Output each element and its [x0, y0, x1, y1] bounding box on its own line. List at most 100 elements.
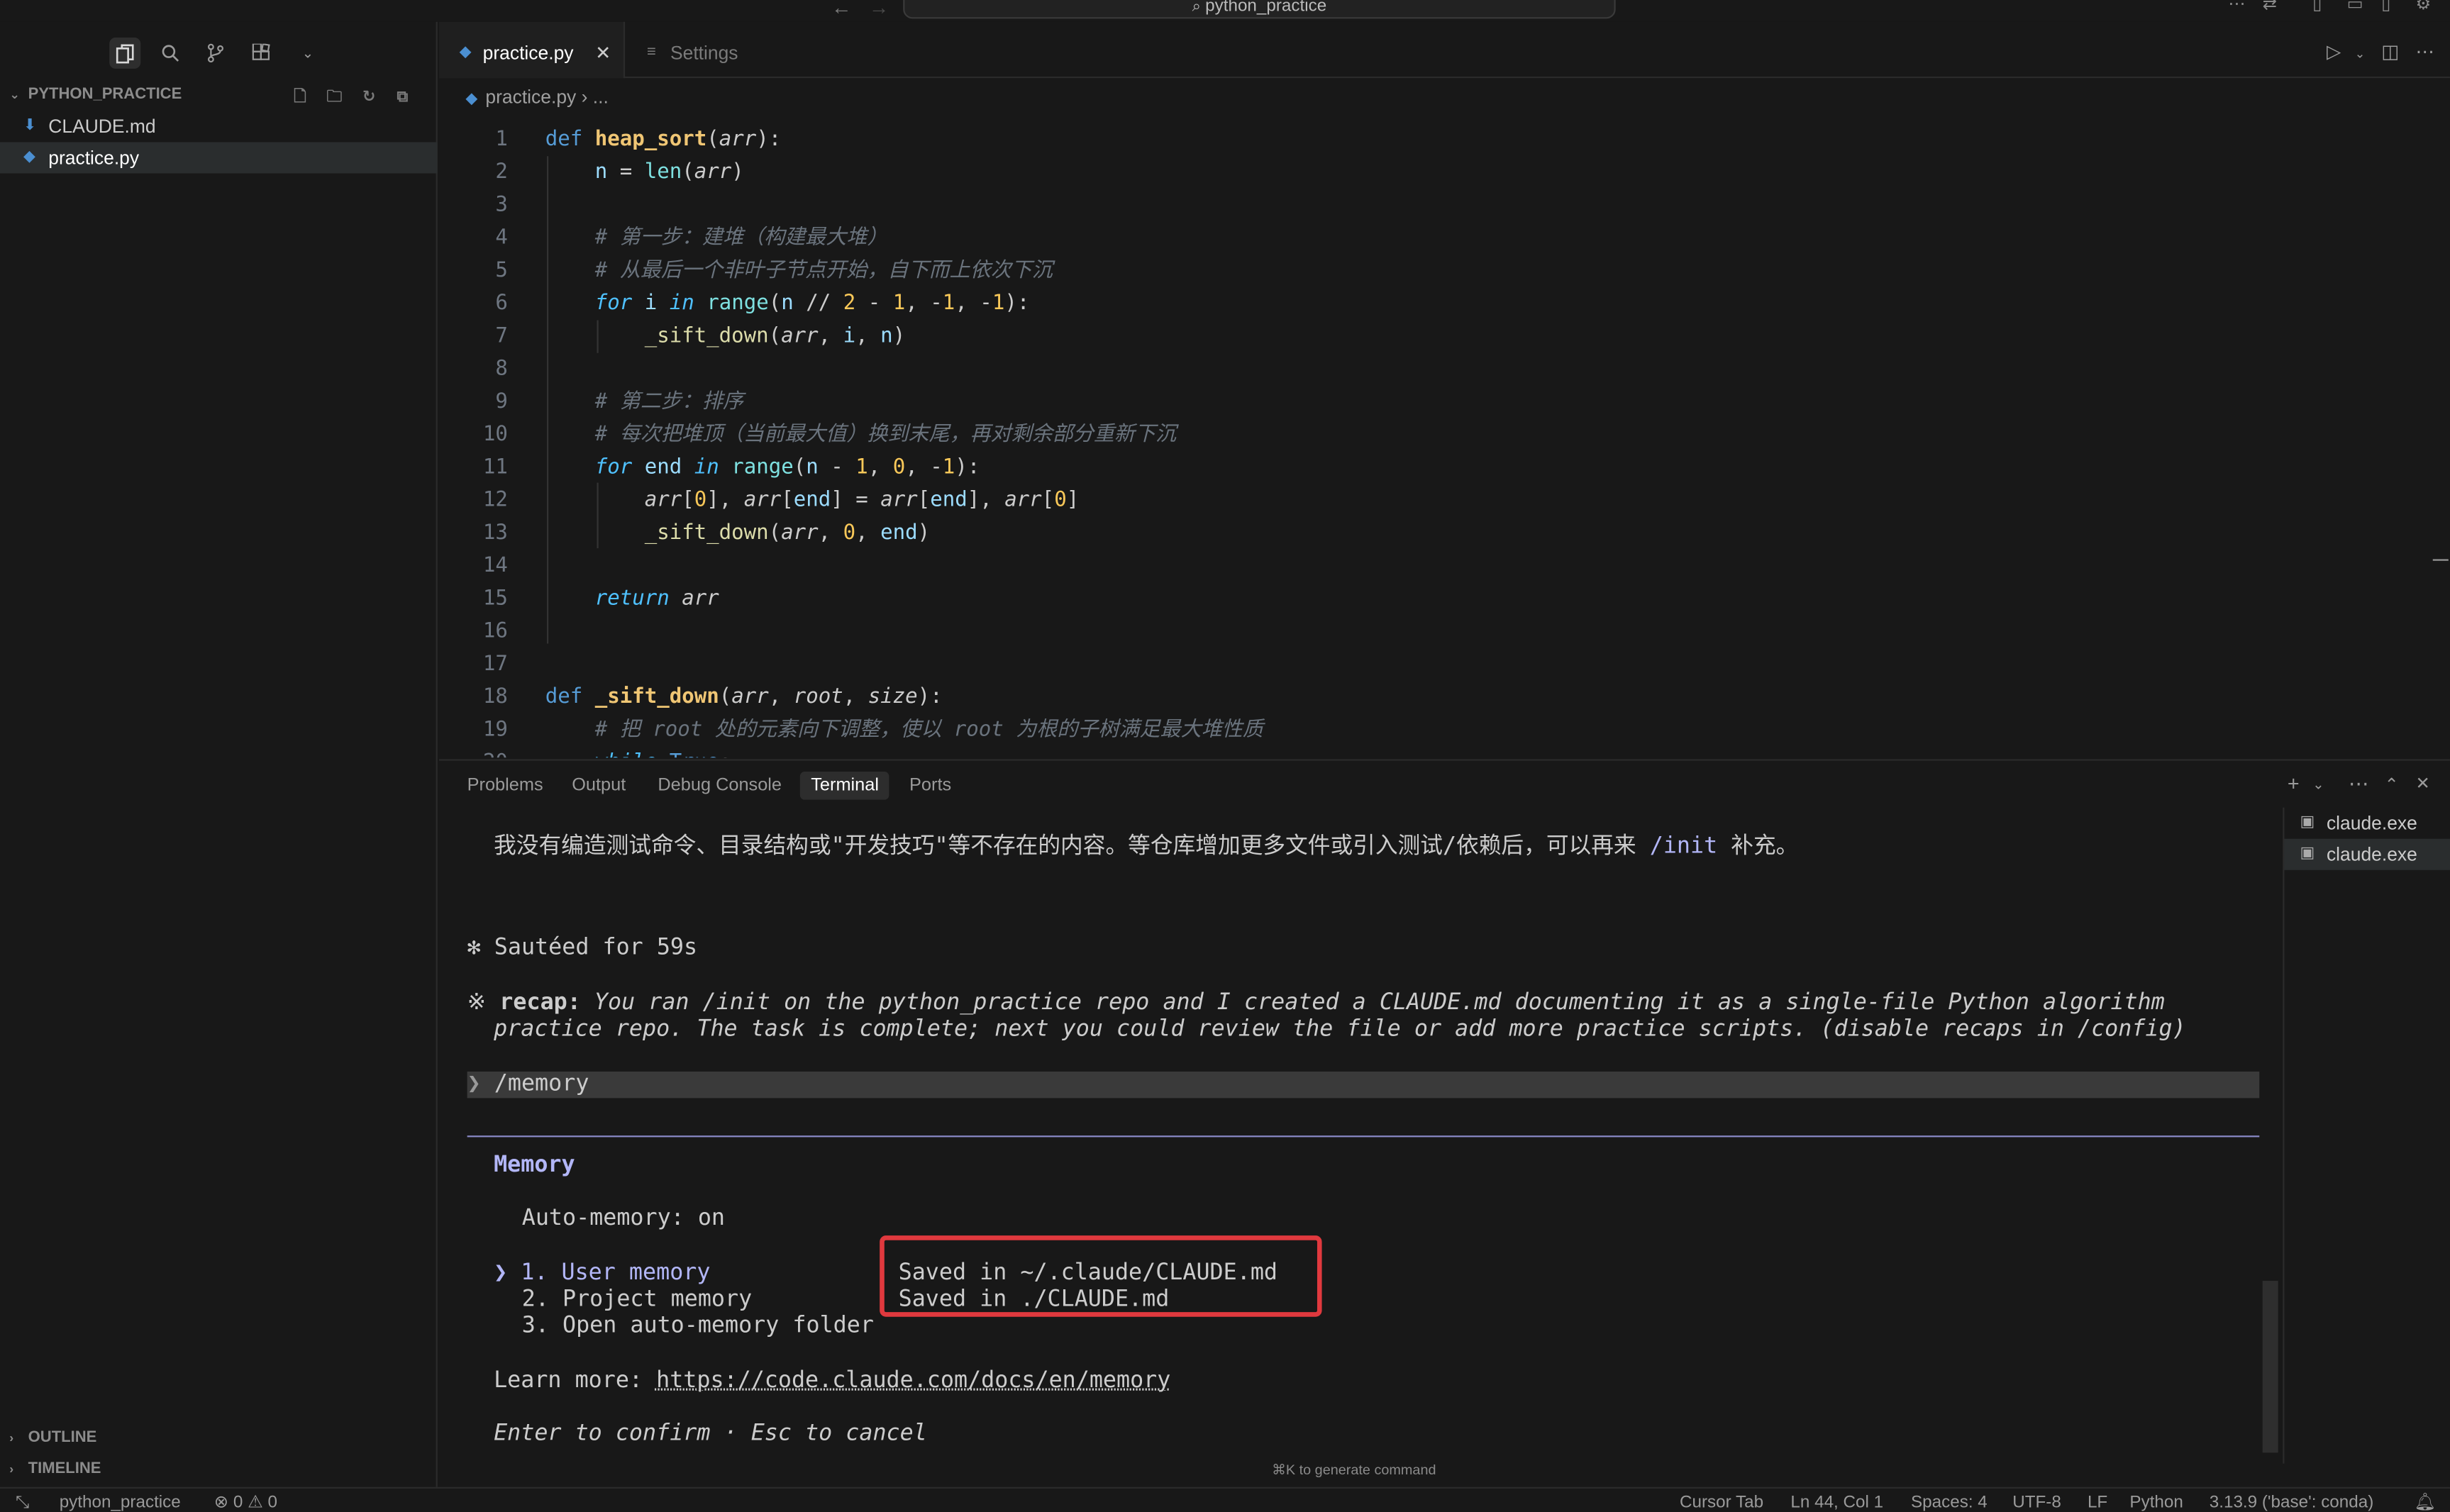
line-number: 20: [439, 747, 508, 757]
more-icon[interactable]: ⋯: [2228, 0, 2246, 14]
prompt-input[interactable]: [467, 1071, 2260, 1099]
memory-option-user[interactable]: ❯ 1. User memory: [494, 1260, 710, 1286]
terminal[interactable]: 我没有编造测试命令、目录结构或"开发技巧"等不存在的内容。等仓库增加更多文件或引…: [467, 808, 2264, 1464]
line-number: 18: [482, 685, 508, 709]
recap-text: You ran /init on the python_practice rep…: [580, 990, 2165, 1016]
error-count: 0: [233, 1493, 243, 1512]
line-number: 1: [495, 128, 508, 152]
terminal-instance[interactable]: ▣ claude.exe: [2284, 838, 2450, 870]
source-control-icon[interactable]: [200, 38, 231, 69]
code-line: 18 def _sift_down(arr, root, size):: [439, 681, 2450, 713]
code-line: 5 # 从最后一个非叶子节点开始，自下而上依次下沉: [439, 255, 2450, 287]
more-actions-icon[interactable]: ⋯: [2349, 772, 2369, 796]
maximize-panel-icon[interactable]: ⌃: [2384, 774, 2398, 795]
explorer-project-header[interactable]: ⌄ PYTHON_PRACTICE 🗋 🗀 ↻ ⧉: [0, 82, 438, 110]
cursor-tab-status[interactable]: Cursor Tab: [1680, 1490, 1763, 1512]
python-icon: ◆: [465, 90, 478, 108]
chevron-down-icon[interactable]: ⌄: [292, 38, 323, 69]
indentation[interactable]: Spaces: 4: [1911, 1490, 1988, 1512]
problems-indicator[interactable]: ⊗ 0 ⚠ 0: [214, 1490, 277, 1512]
back-arrow-icon[interactable]: ←: [831, 0, 852, 18]
python-icon: ◆: [23, 148, 36, 166]
confirm-hint: Enter to confirm · Esc to cancel: [494, 1421, 927, 1447]
chevron-down-icon[interactable]: ⌄: [2312, 777, 2324, 794]
notifications-bell-icon[interactable]: 🔔︎: [2414, 1490, 2436, 1512]
code-editor[interactable]: 1 def heap_sort(arr): 2 n = len(arr) 3 4 …: [438, 123, 2450, 758]
refresh-icon[interactable]: ↻: [362, 84, 384, 106]
project-name: PYTHON_PRACTICE: [28, 86, 182, 104]
workspace-name[interactable]: python_practice: [60, 1490, 181, 1512]
editor-tabs: ◆ practice.py ✕ ≡ Settings ▷ ⌄ ◫ ⋯: [438, 21, 2450, 79]
sync-icon[interactable]: ⇄: [2263, 0, 2281, 14]
timeline-section[interactable]: › TIMELINE: [0, 1455, 438, 1486]
forward-arrow-icon[interactable]: →: [869, 0, 889, 18]
line-endings[interactable]: LF: [2088, 1490, 2107, 1512]
recap-bullet-icon: ※: [467, 990, 500, 1016]
tab-problems[interactable]: Problems: [456, 772, 554, 800]
line-number: 2: [495, 160, 508, 184]
more-actions-icon[interactable]: ⋯: [2416, 40, 2434, 62]
toggle-secondary-sidebar-icon[interactable]: ▯: [2381, 0, 2400, 14]
prompt-command: /memory: [494, 1071, 589, 1097]
remote-icon[interactable]: ⤡: [16, 1490, 29, 1512]
tab-output[interactable]: Output: [561, 772, 637, 800]
activity-bar: ⌄: [0, 22, 438, 78]
auto-memory-status: Auto-memory: on: [521, 1206, 726, 1231]
line-number: 7: [495, 325, 508, 349]
code-line: 1 def heap_sort(arr):: [439, 123, 2450, 156]
divider: [467, 1135, 2260, 1138]
outline-label: OUTLINE: [28, 1429, 97, 1447]
extensions-icon[interactable]: [245, 38, 277, 69]
code-comment: # 每次把堆顶（当前最大值）换到末尾，再对剩余部分重新下沉: [594, 423, 1177, 447]
command-center-search[interactable]: ⌕ python_practice: [903, 0, 1616, 19]
new-folder-icon[interactable]: 🗀: [326, 84, 348, 106]
tab-label: Settings: [670, 42, 738, 65]
memory-option-project[interactable]: 2. Project memory: [522, 1287, 752, 1313]
outline-section[interactable]: › OUTLINE: [0, 1423, 438, 1454]
terminal-scrollbar[interactable]: [2262, 1281, 2278, 1453]
chevron-down-icon[interactable]: ⌄: [2355, 47, 2366, 61]
file-name: CLAUDE.md: [48, 115, 156, 138]
toggle-sidebar-icon[interactable]: ▯: [2312, 0, 2331, 14]
close-panel-icon[interactable]: ✕: [2416, 773, 2430, 793]
recap-text: practice repo. The task is complete; nex…: [494, 1016, 2186, 1043]
file-item-practice-py[interactable]: ◆ practice.py: [0, 142, 438, 174]
run-icon[interactable]: ▷: [2327, 40, 2341, 62]
toggle-panel-icon[interactable]: ▭: [2347, 0, 2366, 14]
python-interpreter[interactable]: 3.13.9 ('base': conda): [2210, 1490, 2374, 1512]
split-editor-icon[interactable]: ◫: [2381, 40, 2399, 62]
code-comment: # 把 root 处的元素向下调整，使以 root 为根的子树满足最大堆性质: [594, 718, 1263, 743]
collapse-all-icon[interactable]: ⧉: [397, 84, 419, 106]
encoding[interactable]: UTF-8: [2012, 1490, 2061, 1512]
tab-terminal[interactable]: Terminal: [799, 772, 890, 800]
docs-link[interactable]: https://code.claude.com/docs/en/memory: [656, 1368, 1170, 1393]
terminal-instance[interactable]: ▣ claude.exe: [2284, 808, 2450, 839]
cursor-position[interactable]: Ln 44, Col 1: [1790, 1490, 1883, 1512]
tab-debug-console[interactable]: Debug Console: [647, 772, 792, 800]
code-comment: # 第二步：排序: [594, 390, 744, 414]
search-icon[interactable]: [155, 38, 186, 69]
tab-ports[interactable]: Ports: [899, 772, 963, 800]
close-icon[interactable]: ✕: [595, 22, 611, 84]
explorer-files-icon[interactable]: [109, 37, 141, 69]
breadcrumb: ◆ practice.py › ...: [439, 86, 609, 108]
error-icon: ⊗: [214, 1493, 233, 1512]
language-mode[interactable]: Python: [2129, 1490, 2183, 1512]
chevron-down-icon: ⌄: [9, 87, 20, 102]
title-bar: ← → ⌕ python_practice ⋯ ⇄ ▯ ▭ ▯ ⚙: [0, 0, 2450, 22]
panel-tabs: Problems Output Debug Console Terminal P…: [439, 761, 2450, 808]
file-item-claude-md[interactable]: ⬇ CLAUDE.md: [0, 111, 438, 142]
new-terminal-icon[interactable]: +: [2288, 772, 2300, 795]
code-line: 19 # 把 root 处的元素向下调整，使以 root 为根的子树满足最大堆性…: [439, 714, 2450, 747]
breadcrumb-file[interactable]: practice.py: [485, 86, 576, 108]
breadcrumb-rest[interactable]: ...: [593, 86, 609, 108]
learn-more-label: Learn more:: [494, 1368, 657, 1394]
new-file-icon[interactable]: 🗋: [294, 84, 316, 106]
memory-option-open-folder[interactable]: 3. Open auto-memory folder: [522, 1313, 874, 1340]
search-text: python_practice: [1205, 0, 1327, 16]
tab-settings[interactable]: ≡ Settings: [626, 22, 789, 78]
settings-gear-icon[interactable]: ⚙: [2416, 0, 2434, 14]
line-number: 9: [495, 390, 508, 414]
markdown-icon: ⬇: [23, 117, 37, 135]
tab-practice-py[interactable]: ◆ practice.py ✕: [438, 21, 626, 79]
